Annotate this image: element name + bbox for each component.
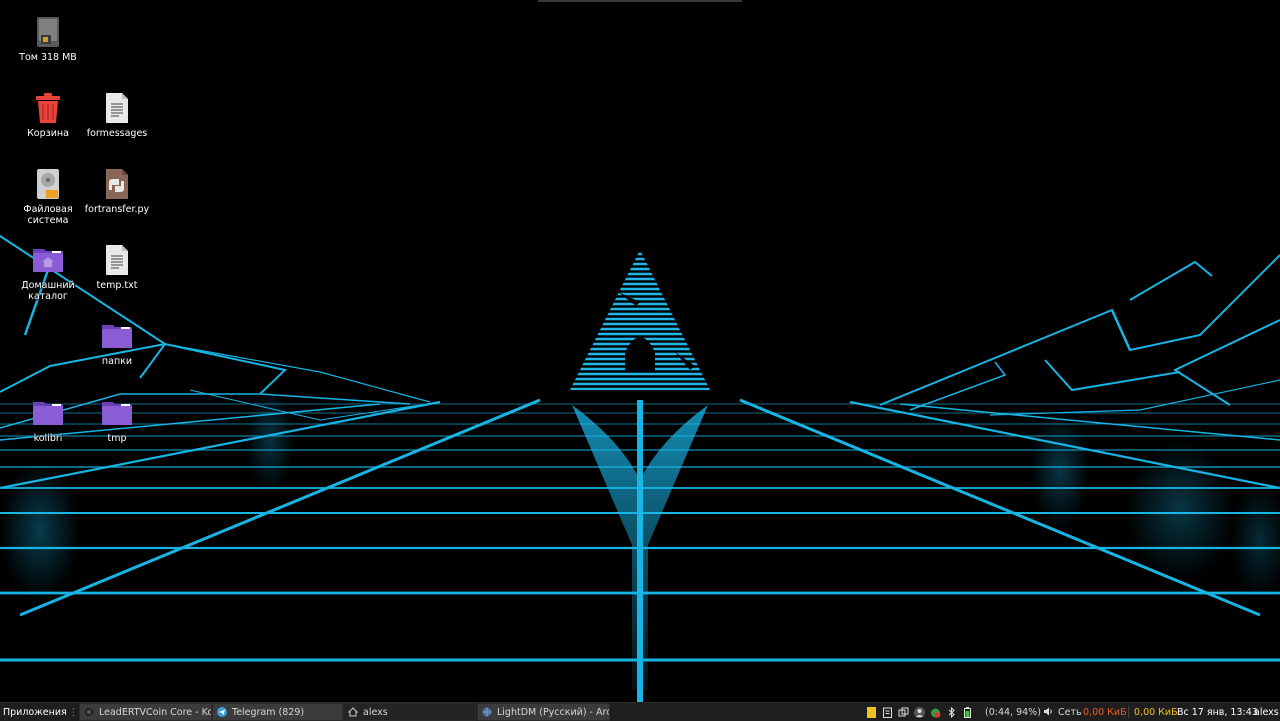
clock[interactable]: Вс 17 янв, 13:43 — [1177, 703, 1258, 721]
taskbar-task-telegram[interactable]: Telegram (829) — [212, 703, 343, 721]
desktop-icon-label: папки — [101, 356, 133, 367]
browser-globe-icon — [482, 707, 492, 717]
tray-separator — [1128, 706, 1129, 718]
desktop-icon-label: kolibri — [33, 433, 63, 444]
distro-logo-icon — [570, 252, 710, 390]
taskbar: Приложения ⋮ LeadERTVCoin Core - Ko... T… — [0, 702, 1280, 721]
bluetooth-icon[interactable] — [946, 706, 957, 718]
desktop-icon-label: Файловая система — [23, 204, 73, 226]
desktop-icon-home[interactable]: Домашний каталог — [10, 244, 86, 302]
coin-wallet-icon — [85, 708, 93, 716]
folder-icon — [102, 325, 132, 348]
desktop-icon-volume[interactable]: Том 318 MB — [10, 16, 86, 63]
desktop-icon-label: Том 318 MB — [19, 52, 77, 63]
taskbar-task-lightdm[interactable]: LightDM (Русский) - Arc... — [477, 703, 610, 721]
home-folder-icon — [348, 707, 358, 717]
notes-icon[interactable] — [866, 706, 877, 718]
drive-icon — [37, 17, 59, 47]
filesystem-drive-icon — [37, 169, 59, 199]
system-tray — [866, 703, 984, 721]
desktop-icon-fortransfer[interactable]: fortransfer.py — [79, 168, 155, 215]
folder-icon — [33, 402, 63, 425]
wallpaper — [0, 235, 1280, 702]
top-panel-handle[interactable] — [538, 0, 742, 2]
desktop-icon-temp[interactable]: temp.txt — [79, 244, 155, 291]
battery-status: (0:44, 94%) — [985, 706, 1041, 718]
taskbar-task-alexs[interactable]: alexs — [343, 703, 476, 721]
volume-icon[interactable] — [1043, 706, 1054, 717]
network-speed-download: 0,00 КиБ — [1134, 706, 1178, 718]
taskbar-task-label: Telegram (829) — [232, 706, 305, 718]
desktop-icon-label: formessages — [86, 128, 148, 139]
menu-grip-icon: ⋮ — [68, 706, 79, 718]
taskbar-task-label: LightDM (Русский) - Arc... — [497, 706, 610, 718]
taskbar-task-label: alexs — [363, 706, 388, 718]
avatar-icon[interactable] — [914, 706, 925, 718]
desktop-icon-label: Домашний каталог — [21, 280, 75, 302]
network-label[interactable]: Сеть — [1058, 703, 1082, 721]
trash-icon — [36, 93, 60, 123]
applications-menu-button[interactable]: Приложения ⋮ — [1, 703, 79, 721]
updates-icon[interactable] — [930, 707, 941, 718]
desktop-icon-tmp[interactable]: tmp — [79, 397, 155, 444]
workspaces-icon[interactable] — [898, 707, 909, 718]
desktop-icon-label: tmp — [107, 433, 127, 444]
taskbar-task-label: LeadERTVCoin Core - Ko... — [99, 706, 212, 718]
home-folder-icon — [33, 249, 63, 272]
taskbar-task-leadertv[interactable]: LeadERTVCoin Core - Ko... — [79, 703, 212, 721]
text-file-icon — [106, 245, 128, 275]
desktop-icon-trash[interactable]: Корзина — [10, 92, 86, 139]
desktop-icon-label: temp.txt — [96, 280, 138, 291]
text-file-icon — [106, 93, 128, 123]
telegram-icon — [217, 707, 227, 717]
desktop-icon-label: fortransfer.py — [84, 204, 150, 215]
clipboard-icon[interactable] — [882, 707, 893, 718]
folder-icon — [102, 402, 132, 425]
desktop-icon-filesystem[interactable]: Файловая система — [10, 168, 86, 226]
network-speed-upload: 0,00 КиБ — [1083, 706, 1127, 718]
user-menu[interactable]: alexs — [1254, 703, 1280, 721]
desktop-icon-kolibri[interactable]: kolibri — [10, 397, 86, 444]
desktop-icon-formessages[interactable]: formessages — [79, 92, 155, 139]
battery-icon[interactable] — [962, 706, 973, 718]
desktop-icon-label: Корзина — [27, 128, 69, 139]
python-file-icon — [106, 169, 128, 199]
desktop-icon-papki[interactable]: папки — [79, 320, 155, 367]
applications-menu-label: Приложения — [3, 706, 67, 718]
